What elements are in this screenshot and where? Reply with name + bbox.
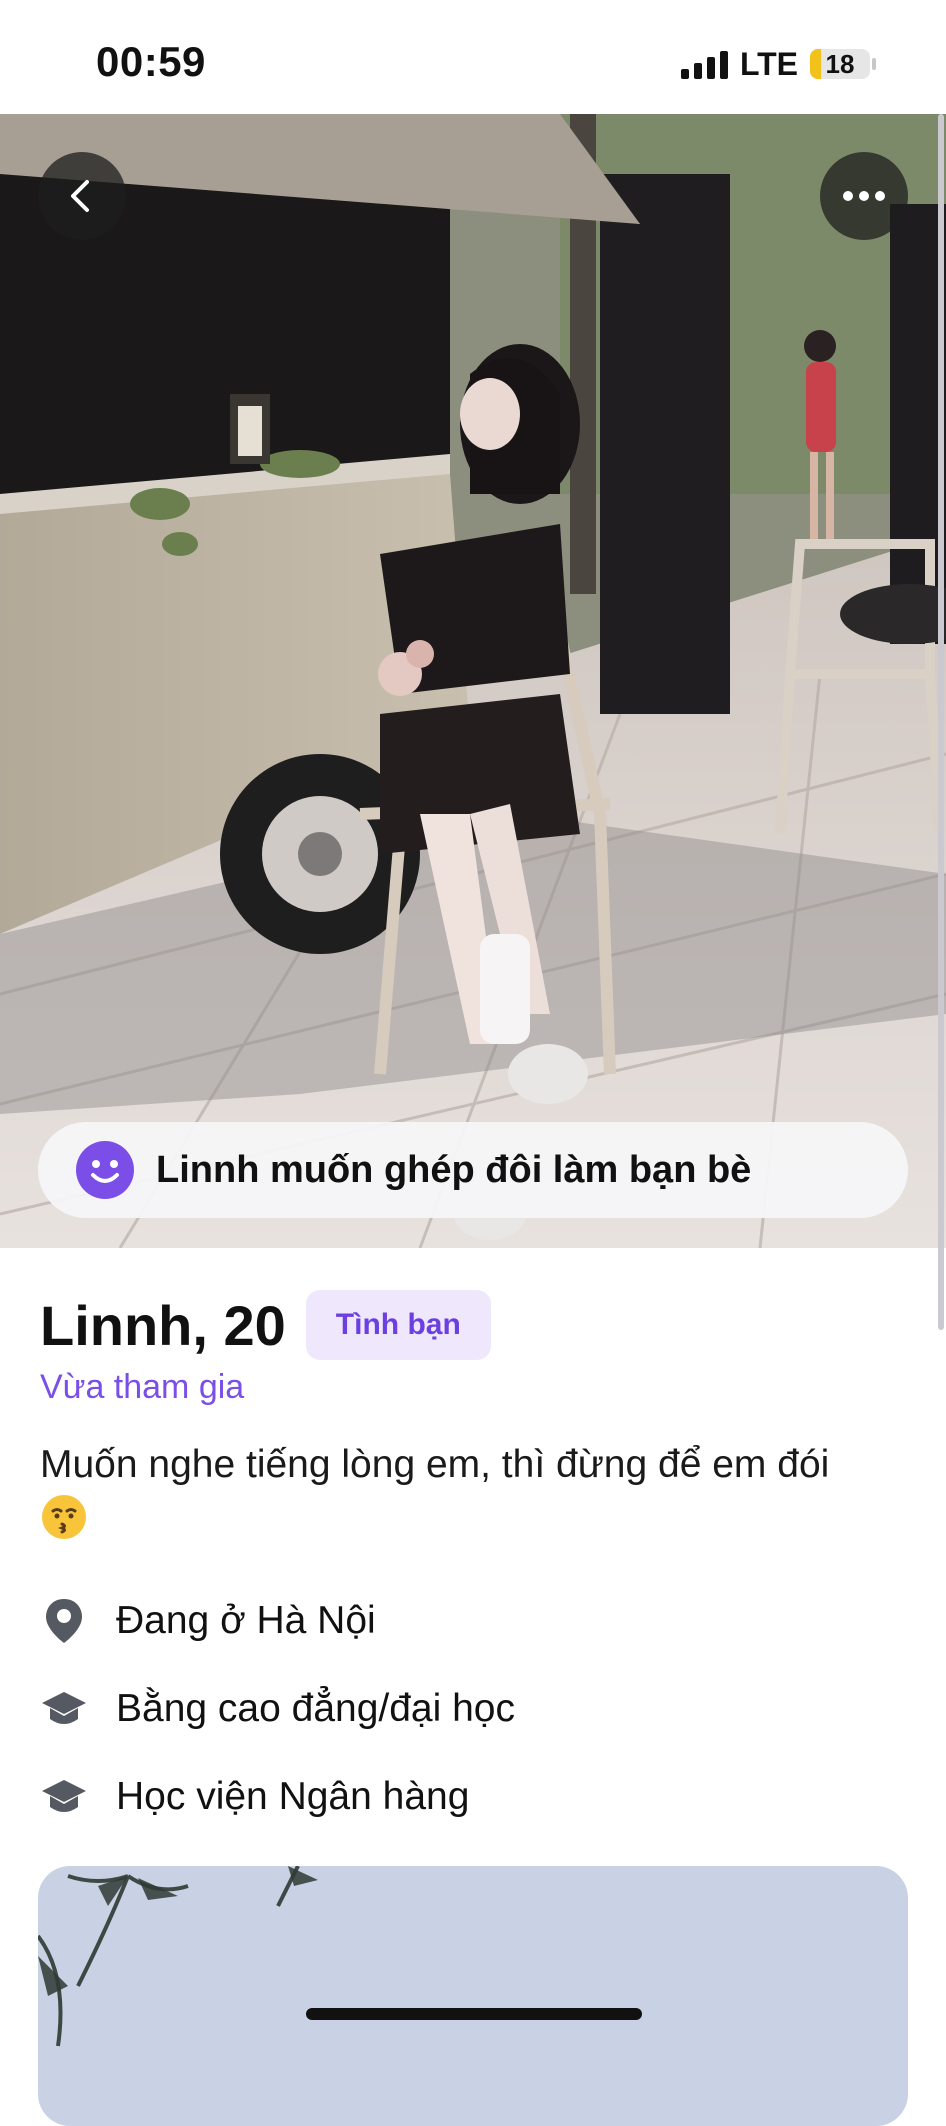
info-item-education: Bằng cao đẳng/đại học [40,1665,910,1753]
battery-icon: 18 [810,49,870,79]
profile-status: Vừa tham gia [40,1368,245,1406]
kissing-face-emoji [42,1495,86,1539]
match-intent-text: Linnh muốn ghép đôi làm bạn bè [156,1148,752,1191]
network-type: LTE [739,45,798,82]
relationship-goal-badge: Tình bạn [305,1290,491,1360]
battery-cap [872,58,876,70]
info-item-location: Đang ở Hà Nội [40,1577,910,1665]
chevron-left-icon [71,180,89,212]
profile-photo-2[interactable] [38,1866,908,2126]
info-location-label: Đang ở Hà Nội [116,1599,376,1642]
graduation-cap-icon [40,1685,88,1733]
profile-photo-2-illustration [38,1866,908,2126]
profile-info-list: Đang ở Hà Nội Bằng cao đẳng/đại học Học … [40,1577,910,1841]
signal-icon [680,49,728,79]
info-item-school: Học viện Ngân hàng [40,1753,910,1841]
battery-level: 18 [825,49,855,79]
location-pin-icon [40,1597,88,1645]
name-row: Linnh, 20 Tình bạn [40,1290,910,1360]
info-education-label: Bằng cao đẳng/đại học [116,1687,515,1730]
profile-details: Linnh, 20 Tình bạn Vừa tham gia Muốn ngh… [40,1290,910,1841]
home-indicator[interactable] [306,2008,642,2020]
match-intent-banner: Linnh muốn ghép đôi làm bạn bè [38,1122,908,1218]
back-button[interactable] [38,152,126,240]
more-options-button[interactable] [820,152,908,240]
profile-name-age: Linnh, 20 [40,1293,286,1357]
status-time: 00:59 [96,38,206,85]
info-school-label: Học viện Ngân hàng [116,1775,470,1818]
status-indicators: LTE 18 [680,44,876,84]
smile-icon [76,1141,134,1199]
profile-photo[interactable] [0,114,946,1248]
more-horizontal-icon [843,191,885,201]
profile-photo-illustration [0,114,946,1248]
profile-bio-text: Muốn nghe tiếng lòng em, thì đừng để em … [40,1443,830,1486]
scrollbar-thumb[interactable] [938,114,944,1330]
graduation-cap-icon [40,1773,88,1821]
status-bar: 00:59 LTE 18 [0,0,946,114]
profile-bio: Muốn nghe tiếng lòng em, thì đừng để em … [40,1441,910,1541]
